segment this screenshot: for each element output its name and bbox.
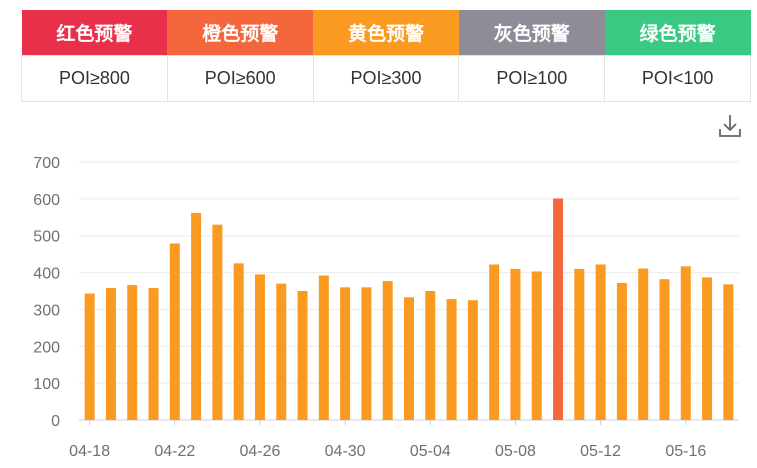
bar[interactable] — [446, 299, 457, 420]
bar[interactable] — [361, 287, 372, 420]
bar[interactable] — [148, 288, 159, 420]
bar[interactable] — [680, 266, 691, 420]
bar[interactable] — [233, 263, 244, 420]
bar[interactable] — [702, 277, 713, 420]
bar[interactable] — [105, 288, 116, 420]
x-tick-label: 04-30 — [325, 443, 366, 460]
y-tick-label: 200 — [33, 339, 60, 356]
bar[interactable] — [553, 198, 564, 420]
bar[interactable] — [169, 243, 180, 420]
bar[interactable] — [318, 275, 329, 420]
bar[interactable] — [276, 283, 287, 420]
bar[interactable] — [404, 297, 414, 420]
x-tick-label: 04-26 — [240, 443, 281, 460]
y-tick-label: 700 — [33, 155, 60, 172]
bar[interactable] — [212, 224, 223, 420]
bar[interactable] — [574, 268, 585, 420]
bar[interactable] — [425, 291, 436, 420]
y-tick-label: 500 — [33, 229, 60, 246]
bar[interactable] — [84, 293, 95, 420]
x-tick-label: 05-08 — [495, 443, 536, 460]
bar[interactable] — [595, 264, 606, 420]
x-tick-label: 04-22 — [154, 443, 195, 460]
x-tick-label: 05-12 — [580, 443, 621, 460]
bar[interactable] — [638, 268, 649, 420]
y-tick-label: 300 — [33, 302, 60, 319]
bar[interactable] — [489, 264, 500, 420]
y-tick-label: 400 — [33, 266, 60, 283]
x-tick-label: 04-18 — [69, 443, 110, 460]
bar[interactable] — [659, 279, 670, 420]
bar[interactable] — [127, 285, 138, 420]
bar[interactable] — [340, 287, 351, 420]
bar[interactable] — [467, 300, 478, 420]
bar[interactable] — [382, 281, 393, 420]
bar-chart: 0 100 200 300 400 500 600 700 04-18 04-22 04-26 04-… — [33, 155, 739, 460]
bar[interactable] — [510, 268, 521, 420]
bar[interactable] — [254, 274, 265, 420]
bar[interactable] — [723, 284, 734, 420]
y-tick-label: 600 — [33, 192, 60, 209]
bar[interactable] — [191, 212, 202, 420]
bar[interactable] — [616, 282, 627, 420]
bar[interactable] — [297, 291, 308, 420]
x-tick-label: 05-16 — [665, 443, 706, 460]
y-tick-label: 0 — [51, 413, 60, 430]
x-tick-label: 05-04 — [410, 443, 451, 460]
y-tick-label: 100 — [33, 376, 60, 393]
bar[interactable] — [531, 271, 542, 420]
